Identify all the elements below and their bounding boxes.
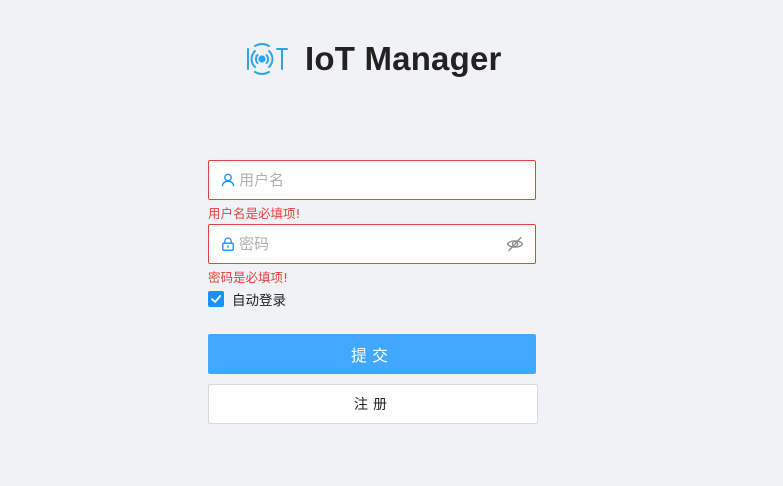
iot-signal-logo-icon	[247, 43, 288, 75]
username-input[interactable]	[239, 161, 535, 199]
register-button[interactable]: 注册	[208, 384, 538, 424]
app-title: IoT Manager	[305, 40, 502, 77]
user-icon	[221, 173, 235, 187]
brand-header: IoT Manager	[244, 36, 502, 82]
register-button-label: 注册	[354, 397, 392, 413]
submit-button[interactable]: 提交	[208, 334, 536, 374]
check-icon	[211, 295, 222, 303]
auto-login-label: 自动登录	[232, 293, 286, 309]
submit-button-label: 提交	[350, 346, 393, 365]
login-page: IoT Manager 用户名是必填项! 密码是必	[0, 0, 783, 486]
password-error: 密码是必填项!	[208, 270, 289, 285]
auto-login-toggle[interactable]: 自动登录	[208, 290, 286, 309]
password-field[interactable]	[208, 224, 536, 264]
username-field[interactable]	[208, 160, 536, 200]
auto-login-checkbox[interactable]	[208, 291, 224, 307]
eye-hidden-icon[interactable]	[506, 235, 524, 253]
username-error: 用户名是必填项!	[208, 206, 301, 221]
lock-icon	[222, 237, 234, 251]
password-input[interactable]	[239, 225, 506, 263]
